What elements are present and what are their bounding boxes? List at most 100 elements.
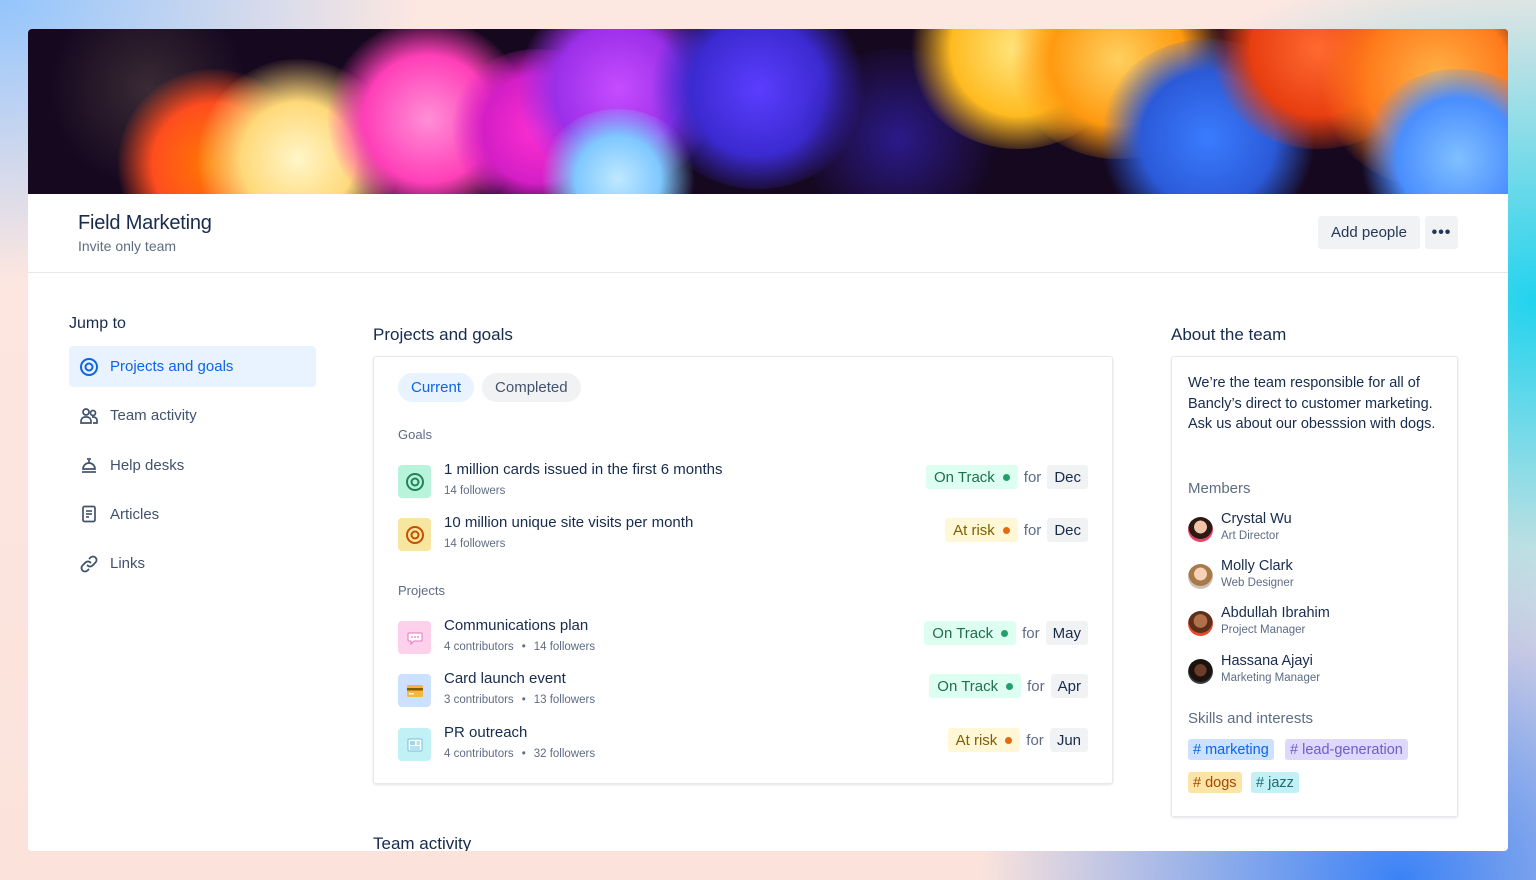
nav-item-articles[interactable]: Articles: [69, 494, 316, 535]
project-status: On Track for May: [924, 621, 1088, 645]
nav-item-team-activity[interactable]: Team activity: [69, 395, 316, 436]
member-role: Project Manager: [1221, 624, 1306, 636]
project-status: On Track for Apr: [929, 674, 1088, 698]
avatar[interactable]: [1188, 611, 1213, 636]
project-title[interactable]: PR outreach: [444, 724, 527, 741]
goal-target-icon: [398, 518, 431, 551]
goal-meta: 14 followers: [444, 485, 505, 497]
member-name[interactable]: Molly Clark: [1221, 558, 1293, 574]
jump-to-heading: Jump to: [69, 315, 126, 332]
add-people-button[interactable]: Add people: [1318, 216, 1420, 249]
followers-count: 14 followers: [444, 485, 506, 497]
status-tabs: Current Completed: [398, 373, 581, 402]
projects-label: Projects: [398, 583, 445, 598]
avatar[interactable]: [1188, 659, 1213, 684]
bell-icon: [79, 455, 99, 475]
tag-marketing[interactable]: # marketing: [1188, 739, 1274, 760]
goal-target-icon: [398, 465, 431, 498]
project-title[interactable]: Card launch event: [444, 670, 566, 687]
status-label: On Track: [932, 624, 994, 642]
contributors-count: 4 contributors: [444, 748, 514, 760]
member-name[interactable]: Abdullah Ibrahim: [1221, 605, 1330, 621]
followers-count: 14 followers: [444, 538, 506, 550]
goal-title[interactable]: 1 million cards issued in the first 6 mo…: [444, 461, 722, 478]
status-lozenge: On Track: [929, 674, 1022, 698]
status-dot-icon: [1002, 526, 1010, 534]
status-label: At risk: [955, 731, 998, 749]
status-dot-icon: [1001, 629, 1009, 637]
separator-dot: •: [521, 748, 526, 760]
nav-item-label: Help desks: [110, 456, 185, 474]
tab-current[interactable]: Current: [398, 373, 475, 402]
about-team-heading: About the team: [1171, 325, 1287, 344]
target-month: May: [1045, 621, 1088, 645]
speech-bubble-icon: [398, 621, 431, 654]
tab-completed[interactable]: Completed: [482, 373, 581, 402]
status-label: At risk: [953, 521, 995, 539]
avatar[interactable]: [1188, 517, 1213, 542]
target-month: Jun: [1049, 728, 1088, 752]
tag-lead-generation[interactable]: # lead-generation: [1285, 739, 1408, 760]
avatar[interactable]: [1188, 564, 1213, 589]
project-row[interactable]: Communications plan 4 contributors • 14 fo…: [398, 617, 1088, 661]
followers-count: 13 followers: [533, 694, 596, 706]
project-row[interactable]: Card launch event 3 contributors • 13 foll…: [398, 670, 1088, 714]
member-item[interactable]: Hassana Ajayi Marketing Manager: [1188, 653, 1438, 693]
project-status: At risk for Jun: [947, 728, 1088, 752]
status-dot-icon: [1006, 682, 1014, 690]
for-label: for: [1023, 468, 1042, 486]
status-lozenge: At risk: [947, 728, 1021, 752]
jump-to-nav: Projects and goals Team activity Help de…: [69, 346, 316, 592]
contributors-count: 4 contributors: [444, 641, 514, 653]
separator-dot: •: [521, 694, 526, 706]
target-month: Dec: [1047, 518, 1088, 542]
member-name[interactable]: Hassana Ajayi: [1221, 653, 1313, 669]
team-page-window: Field Marketing Invite only team Add peo…: [28, 29, 1508, 851]
nav-item-label: Links: [110, 555, 146, 573]
team-banner-image: [28, 29, 1508, 194]
goal-row[interactable]: 10 million unique site visits per month …: [398, 514, 1088, 558]
for-label: for: [1022, 624, 1040, 642]
for-label: for: [1026, 731, 1044, 749]
status-label: On Track: [933, 468, 995, 486]
goal-row[interactable]: 1 million cards issued in the first 6 mo…: [398, 461, 1088, 505]
tag-jazz[interactable]: # jazz: [1251, 772, 1299, 793]
nav-item-links[interactable]: Links: [69, 543, 316, 584]
project-title[interactable]: Communications plan: [444, 617, 588, 634]
member-item[interactable]: Molly Clark Web Designer: [1188, 558, 1438, 598]
target-icon: [79, 357, 99, 377]
contributors-count: 3 contributors: [444, 694, 514, 706]
projects-and-goals-heading: Projects and goals: [373, 325, 513, 344]
project-meta: 4 contributors • 14 followers: [444, 641, 595, 653]
credit-card-icon: [398, 674, 431, 707]
about-team-card: We’re the team responsible for all of Ba…: [1171, 356, 1458, 817]
goal-title[interactable]: 10 million unique site visits per month: [444, 514, 693, 531]
tag-dogs[interactable]: # dogs: [1188, 772, 1242, 793]
member-role: Web Designer: [1221, 577, 1294, 589]
target-month: Dec: [1047, 465, 1088, 489]
goal-status: At risk for Dec: [945, 518, 1088, 542]
more-icon: •••: [1431, 223, 1452, 241]
nav-item-help-desks[interactable]: Help desks: [69, 445, 316, 486]
status-lozenge: On Track: [924, 621, 1017, 645]
project-row[interactable]: PR outreach 4 contributors • 32 followers …: [398, 724, 1088, 768]
team-header: Field Marketing Invite only team Add peo…: [28, 194, 1508, 273]
member-name[interactable]: Crystal Wu: [1221, 511, 1292, 527]
goals-label: Goals: [398, 427, 432, 442]
nav-item-projects-and-goals[interactable]: Projects and goals: [69, 346, 316, 387]
team-activity-heading: Team activity: [373, 834, 472, 851]
team-description: We’re the team responsible for all of Ba…: [1188, 375, 1436, 433]
project-meta: 3 contributors • 13 followers: [444, 694, 595, 706]
nav-item-label: Team activity: [110, 407, 197, 425]
project-meta: 4 contributors • 32 followers: [444, 748, 595, 760]
status-label: On Track: [937, 677, 999, 695]
status-dot-icon: [1002, 473, 1010, 481]
for-label: for: [1023, 521, 1042, 539]
member-item[interactable]: Abdullah Ibrahim Project Manager: [1188, 605, 1438, 645]
member-item[interactable]: Crystal Wu Art Director: [1188, 511, 1438, 551]
status-lozenge: On Track: [925, 465, 1018, 489]
link-icon: [79, 554, 99, 574]
document-icon: [79, 504, 99, 524]
more-options-button[interactable]: •••: [1425, 216, 1458, 249]
nav-item-label: Articles: [110, 505, 160, 523]
